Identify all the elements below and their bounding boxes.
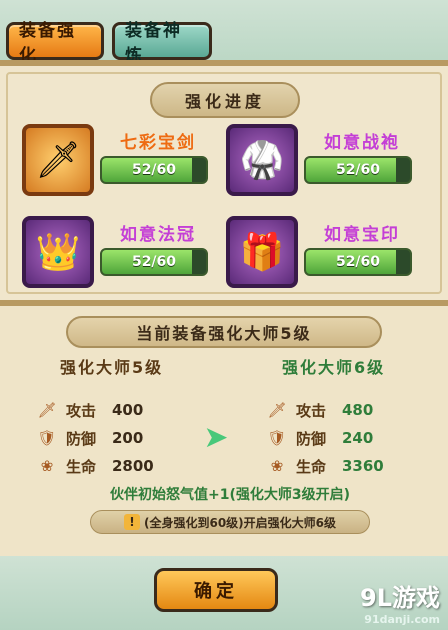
confirm-button[interactable]: 确定 (154, 568, 278, 612)
shield-icon: 🛡 (267, 429, 287, 447)
master-title: 当前装备强化大师5级 (66, 316, 382, 348)
bonus-note: 伙伴初始怒气值+1(强化大师3级开启) (109, 487, 350, 503)
tab-refine[interactable]: 装备神炼 (112, 21, 212, 66)
stat-label: 攻击 (66, 401, 97, 420)
stat-label: 防御 (296, 429, 327, 448)
progress-bar: 52/60 (100, 248, 208, 276)
equip-item-crown[interactable]: 👑 如意法冠 52/60 (22, 212, 212, 292)
stat-row-defense-current: 🛡 防御 200 (36, 426, 143, 450)
stat-row-attack-current: 🗡 攻击 400 (36, 398, 143, 422)
stat-row-hp-current: ❀ 生命 2800 (36, 454, 154, 478)
stat-label: 攻击 (296, 401, 327, 420)
watermark-url: 91danji.com (364, 613, 440, 626)
watermark: 9L游戏 91danji.com (360, 578, 440, 626)
stat-label: 生命 (296, 457, 327, 476)
progress-bar: 52/60 (304, 248, 412, 276)
next-level: 强化大师6级 (282, 358, 386, 377)
equip-name: 如意宝印 (324, 225, 400, 245)
shield-icon: 🛡 (37, 429, 57, 447)
stat-value: 2800 (112, 457, 154, 475)
exclamation-icon: ! (123, 514, 140, 530)
equip-item-sword[interactable]: 🗡 七彩宝剑 52/60 (22, 120, 212, 200)
sword-icon: 🗡 (37, 401, 57, 419)
armor-icon: 🥋 (226, 124, 298, 196)
progress-text: 52/60 (131, 162, 177, 178)
progress-bar: 52/60 (304, 156, 412, 184)
current-level: 强化大师5级 (60, 358, 164, 377)
stat-label: 生命 (66, 457, 97, 476)
sword-icon: 🗡 (267, 401, 287, 419)
equip-item-seal[interactable]: 🎁 如意宝印 52/60 (226, 212, 416, 292)
stat-label: 防御 (66, 429, 97, 448)
equip-item-armor[interactable]: 🥋 如意战袍 52/60 (226, 120, 416, 200)
progress-panel: 强化进度 🗡 七彩宝剑 52/60 🥋 如意战袍 52/60 👑 如意法冠 52… (0, 60, 448, 306)
stat-value: 3360 (342, 457, 384, 475)
stat-value: 200 (112, 429, 144, 447)
progress-text: 52/60 (335, 254, 381, 270)
tab-bar: 装备强化 装备神炼 (6, 21, 212, 66)
stat-row-hp-next: ❀ 生命 3360 (266, 454, 384, 478)
crown-icon: 👑 (22, 216, 94, 288)
stat-value: 480 (342, 401, 374, 419)
equip-name: 如意战袍 (324, 133, 400, 153)
arrow-right-icon: ➤ (203, 419, 229, 455)
lotus-icon: ❀ (270, 457, 284, 475)
equip-name: 七彩宝剑 (120, 133, 196, 153)
progress-title: 强化进度 (150, 82, 300, 118)
equip-name: 如意法冠 (120, 225, 196, 245)
watermark-brand: 9L游戏 (360, 584, 440, 612)
sword-icon: 🗡 (22, 124, 94, 196)
stat-row-defense-next: 🛡 防御 240 (266, 426, 373, 450)
stat-row-attack-next: 🗡 攻击 480 (266, 398, 373, 422)
stat-value: 240 (342, 429, 374, 447)
progress-text: 52/60 (335, 162, 381, 178)
unlock-text: (全身强化到60级)开启强化大师6级 (143, 515, 337, 530)
tab-enhance[interactable]: 装备强化 (6, 21, 104, 66)
progress-bar: 52/60 (100, 156, 208, 184)
seal-icon: 🎁 (226, 216, 298, 288)
lotus-icon: ❀ (40, 457, 54, 475)
stat-value: 400 (112, 401, 144, 419)
progress-text: 52/60 (131, 254, 177, 270)
unlock-note: ! (全身强化到60级)开启强化大师6级 (90, 510, 370, 534)
